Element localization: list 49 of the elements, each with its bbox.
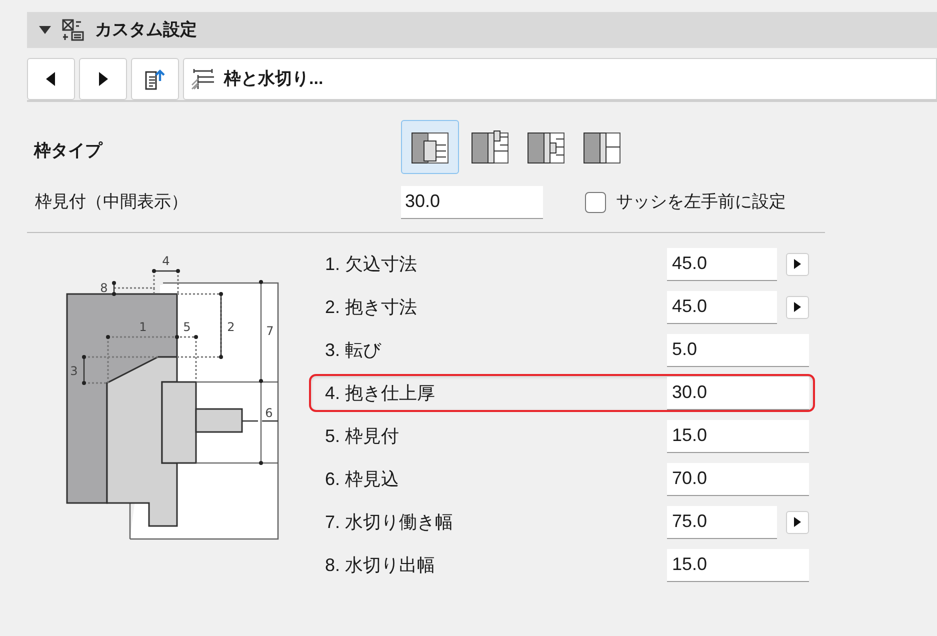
parameter-field[interactable]: 15.0 bbox=[667, 548, 809, 582]
parameter-label: 4. 抱き仕上厚 bbox=[325, 382, 436, 404]
document-arrow-icon bbox=[143, 67, 167, 91]
frame-type-option[interactable] bbox=[401, 120, 459, 174]
dimension-label: 7 bbox=[266, 324, 274, 338]
right-arrow-icon bbox=[794, 302, 801, 312]
dimension-label: 4 bbox=[162, 254, 170, 268]
dimension-label: 8 bbox=[100, 281, 108, 295]
frame-type-label: 枠タイプ bbox=[32, 140, 104, 162]
parameter-field[interactable]: 75.0 bbox=[667, 506, 777, 538]
parameter-field[interactable]: 5.0 bbox=[667, 334, 809, 366]
right-arrow-icon bbox=[98, 72, 108, 86]
left-arrow-icon bbox=[46, 72, 56, 86]
parameter-label: 3. 転び bbox=[325, 338, 382, 362]
parameter-field[interactable]: 30.0 bbox=[667, 376, 809, 410]
parameter-field[interactable]: 45.0 bbox=[667, 290, 777, 324]
frame-face-label: 枠見付（中間表示） bbox=[34, 191, 189, 214]
caret-icon[interactable] bbox=[39, 26, 51, 34]
right-arrow-icon bbox=[794, 517, 801, 527]
expand-button[interactable] bbox=[786, 296, 809, 318]
export-button[interactable] bbox=[131, 58, 179, 100]
expand-button[interactable] bbox=[786, 252, 809, 276]
dimension-label: 2 bbox=[227, 320, 235, 334]
panel-title: カスタム設定 bbox=[95, 19, 197, 42]
dimension-label: 3 bbox=[70, 364, 78, 378]
panel-header[interactable]: カスタム設定 bbox=[27, 12, 937, 48]
parameter-label: 5. 枠見付 bbox=[325, 424, 400, 448]
parameter-label: 6. 枠見込 bbox=[325, 468, 400, 490]
parameter-label: 8. 水切り出幅 bbox=[325, 554, 436, 576]
next-button[interactable] bbox=[79, 58, 127, 100]
path-field[interactable]: 枠と水切り... bbox=[183, 58, 937, 100]
parameter-label: 7. 水切り働き幅 bbox=[325, 510, 454, 534]
dimension-label: 6 bbox=[265, 406, 273, 420]
dimension-label: 1 bbox=[139, 320, 147, 334]
parameter-field[interactable]: 45.0 bbox=[667, 248, 777, 280]
parameter-field[interactable]: 15.0 bbox=[667, 420, 809, 452]
frame-face-field[interactable]: 30.0 bbox=[401, 186, 543, 218]
checkbox-label: サッシを左手前に設定 bbox=[616, 191, 786, 214]
parameter-field[interactable]: 70.0 bbox=[667, 462, 809, 496]
previous-button[interactable] bbox=[27, 58, 75, 100]
settings-list-icon bbox=[61, 18, 85, 42]
parameter-label: 2. 抱き寸法 bbox=[325, 296, 418, 318]
dimension-label: 5 bbox=[183, 320, 191, 334]
parameter-label: 1. 欠込寸法 bbox=[325, 252, 418, 276]
frame-sill-icon bbox=[190, 67, 216, 91]
path-label: 枠と水切り... bbox=[224, 68, 324, 90]
checkbox[interactable] bbox=[585, 192, 606, 212]
right-arrow-icon bbox=[794, 259, 801, 269]
expand-button[interactable] bbox=[786, 510, 809, 534]
